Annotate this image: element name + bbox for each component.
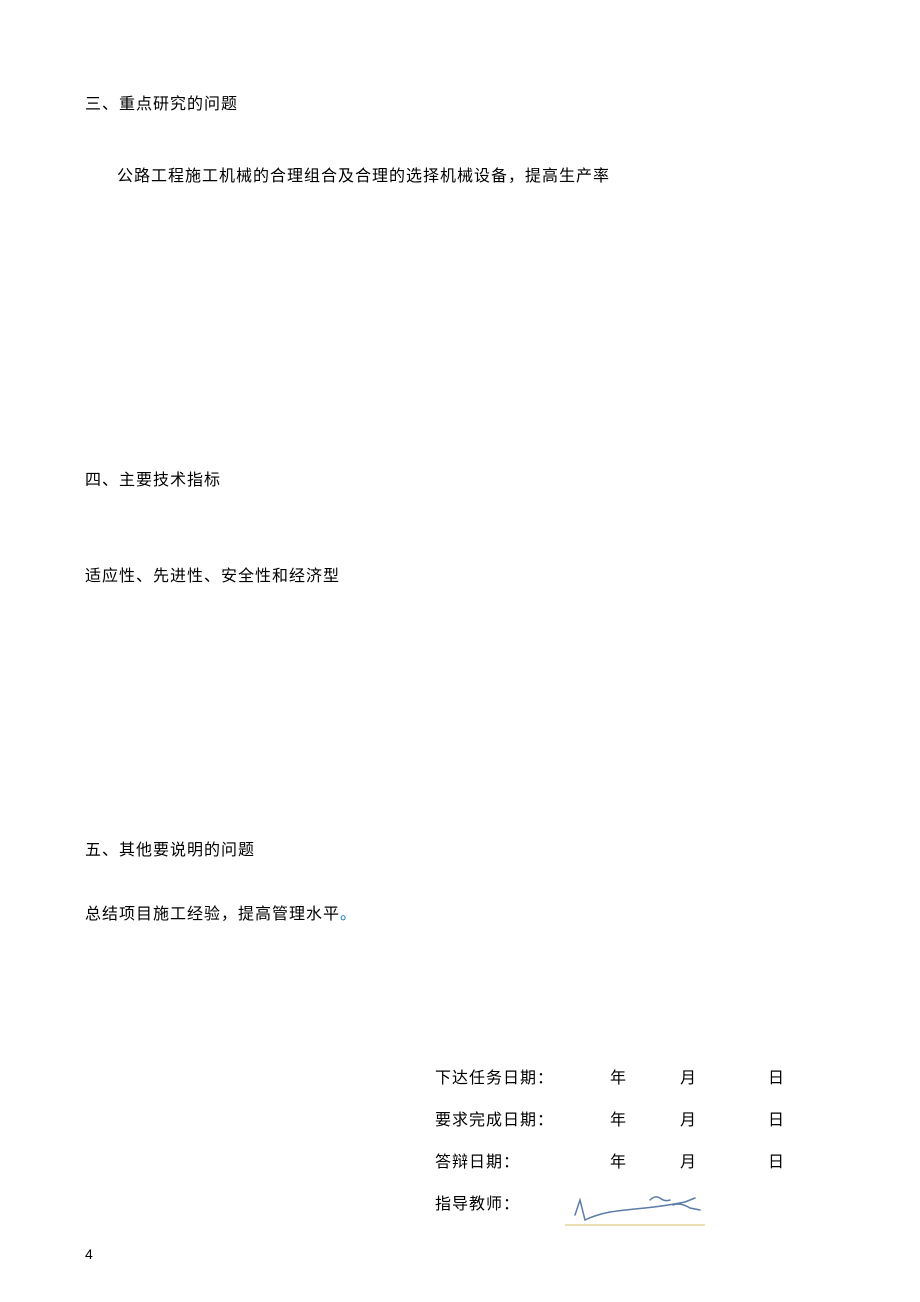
- completion-date-label: 要求完成日期：: [435, 1106, 565, 1130]
- month-unit: 月: [635, 1064, 705, 1088]
- advisor-row: 指导教师：: [435, 1190, 835, 1214]
- day-unit: 日: [705, 1064, 785, 1088]
- defense-date-row: 答辩日期： 年 月 日: [435, 1148, 835, 1172]
- section-3-content: 公路工程施工机械的合理组合及合理的选择机械设备，提高生产率: [85, 162, 835, 186]
- section-3-key-research: 三、重点研究的问题 公路工程施工机械的合理组合及合理的选择机械设备，提高生产率: [85, 90, 835, 186]
- signature-icon: [555, 1180, 715, 1235]
- section-5-period: 。: [340, 906, 357, 923]
- section-5-content: 总结项目施工经验，提高管理水平。: [85, 900, 835, 924]
- date-block: 下达任务日期： 年 月 日 要求完成日期： 年 月 日 答辩日期： 年 月 日 …: [435, 1064, 835, 1214]
- section-4-technical-indicators: 四、主要技术指标 适应性、先进性、安全性和经济型: [85, 466, 835, 586]
- day-unit: 日: [705, 1106, 785, 1130]
- task-date-label: 下达任务日期：: [435, 1064, 565, 1088]
- section-5-other-issues: 五、其他要说明的问题 总结项目施工经验，提高管理水平。: [85, 836, 835, 924]
- section-3-heading: 三、重点研究的问题: [85, 90, 835, 114]
- completion-date-row: 要求完成日期： 年 月 日: [435, 1106, 835, 1130]
- year-unit: 年: [565, 1106, 635, 1130]
- page-number: 4: [85, 1246, 93, 1262]
- year-unit: 年: [565, 1148, 635, 1172]
- day-unit: 日: [705, 1148, 785, 1172]
- advisor-label: 指导教师：: [435, 1190, 565, 1214]
- month-unit: 月: [635, 1106, 705, 1130]
- section-4-heading: 四、主要技术指标: [85, 466, 835, 490]
- section-5-heading: 五、其他要说明的问题: [85, 836, 835, 860]
- defense-date-label: 答辩日期：: [435, 1148, 565, 1172]
- section-5-text: 总结项目施工经验，提高管理水平: [85, 906, 340, 923]
- month-unit: 月: [635, 1148, 705, 1172]
- year-unit: 年: [565, 1064, 635, 1088]
- section-4-content: 适应性、先进性、安全性和经济型: [85, 562, 835, 586]
- task-date-row: 下达任务日期： 年 月 日: [435, 1064, 835, 1088]
